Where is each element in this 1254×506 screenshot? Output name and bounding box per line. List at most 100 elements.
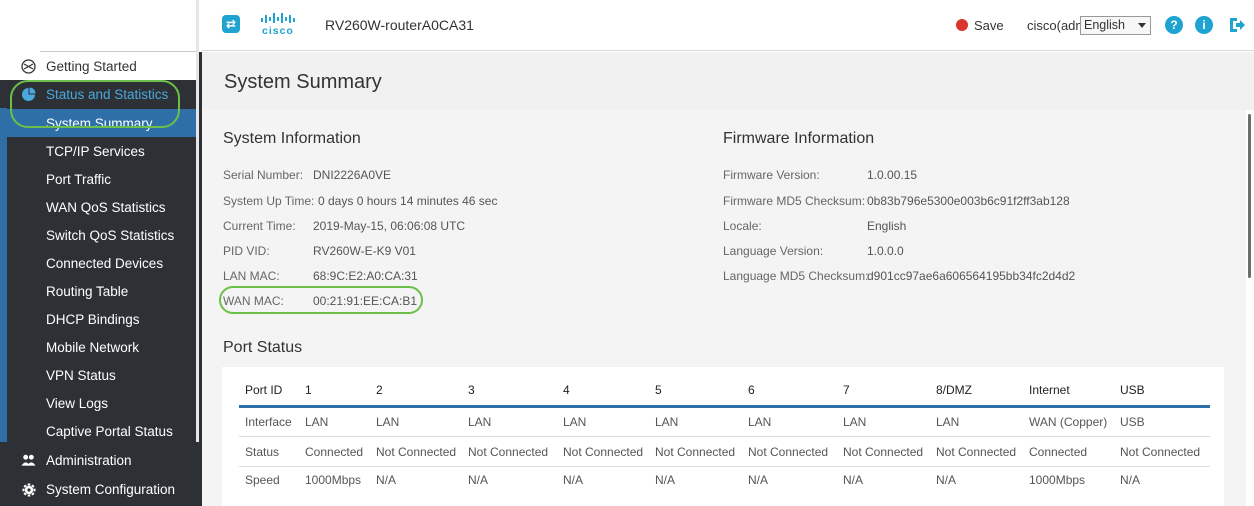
sidebar-item-label: TCP/IP Services (46, 143, 145, 159)
locale-label: Locale: (723, 219, 762, 233)
firmware-md5-value: 0b83b796e5300e003b6c91f2ff3ab128 (867, 194, 1070, 208)
sidebar-item-connected-devices[interactable]: Connected Devices (0, 249, 196, 277)
table-cell: Interface (245, 415, 292, 429)
lan-mac-label: LAN MAC: (223, 269, 280, 283)
port-status-table: Port ID 1 2 3 4 5 6 7 8/DMZ Internet USB… (222, 367, 1224, 506)
language-version-value: 1.0.0.0 (867, 244, 904, 258)
sidebar-scrollbar[interactable] (196, 0, 199, 442)
sidebar-item-system-configuration[interactable]: System Configuration (0, 475, 196, 503)
sidebar-item-vpn-status[interactable]: VPN Status (0, 361, 196, 389)
sidebar-item-wan-qos-statistics[interactable]: WAN QoS Statistics (0, 193, 196, 221)
table-cell: Not Connected (1120, 445, 1201, 459)
language-select[interactable]: English (1080, 16, 1151, 35)
sidebar-item-mobile-network[interactable]: Mobile Network (0, 333, 196, 361)
table-cell: LAN (563, 415, 587, 429)
table-header-cell: 2 (376, 383, 383, 397)
scrollbar-thumb[interactable] (1248, 114, 1251, 278)
device-name: RV260W-routerA0CA31 (325, 17, 474, 33)
app-switch-icon[interactable]: ⇄ (222, 15, 240, 33)
page-title: System Summary (224, 71, 382, 93)
table-cell: N/A (936, 473, 957, 487)
language-md5-value: d901cc97ae6a606564195bb34fc2d4d2 (867, 269, 1076, 283)
table-cell: LAN (843, 415, 867, 429)
table-header-cell: 4 (563, 383, 570, 397)
pid-vid-label: PID VID: (223, 244, 270, 258)
sidebar-item-label: Switch QoS Statistics (46, 227, 175, 243)
table-cell: LAN (748, 415, 772, 429)
top-header: ⇄ cisco RV260W-routerA0CA31 Save cisco(a… (202, 0, 1254, 51)
wan-mac-label: WAN MAC: (223, 294, 284, 308)
sidebar: Getting Started Status and Statistics Sy… (0, 0, 202, 506)
sidebar-item-routing-table[interactable]: Routing Table (0, 277, 196, 305)
current-time-label: Current Time: (223, 219, 296, 233)
table-header-cell: 6 (748, 383, 755, 397)
logout-icon[interactable] (1227, 15, 1247, 35)
system-up-time-value: 0 days 0 hours 14 minutes 46 sec (318, 194, 498, 208)
pid-vid-value: RV260W-E-K9 V01 (313, 244, 416, 258)
table-cell: Not Connected (468, 445, 549, 459)
firmware-version-label: Firmware Version: (723, 168, 820, 182)
sidebar-item-port-traffic[interactable]: Port Traffic (0, 165, 196, 193)
sidebar-item-label: Administration (46, 452, 132, 468)
table-cell: N/A (655, 473, 676, 487)
table-cell: N/A (468, 473, 489, 487)
table-header-cell: 7 (843, 383, 850, 397)
sidebar-item-label: Captive Portal Status (46, 423, 173, 439)
system-up-time-label: System Up Time: (223, 194, 315, 208)
system-information-title: System Information (223, 130, 361, 147)
table-cell: N/A (843, 473, 864, 487)
table-cell: Not Connected (748, 445, 829, 459)
save-icon[interactable] (956, 19, 968, 31)
gear-icon (21, 482, 36, 497)
table-header-divider (239, 405, 1210, 408)
serial-number-label: Serial Number: (223, 168, 304, 182)
main-content: System Information Serial Number: DNI222… (202, 110, 1246, 506)
table-cell: LAN (376, 415, 400, 429)
getting-started-icon (21, 59, 36, 74)
table-cell: Connected (305, 445, 364, 459)
serial-number-value: DNI2226A0VE (313, 168, 392, 182)
sidebar-item-switch-qos-statistics[interactable]: Switch QoS Statistics (0, 221, 196, 249)
table-cell: Not Connected (376, 445, 457, 459)
table-cell: Not Connected (655, 445, 736, 459)
table-header-cell: USB (1120, 383, 1145, 397)
help-icon[interactable]: ? (1165, 16, 1183, 34)
table-cell: USB (1120, 415, 1145, 429)
table-header-cell: Port ID (245, 383, 283, 397)
sidebar-item-label: Getting Started (46, 58, 137, 74)
current-time-value: 2019-May-15, 06:06:08 UTC (313, 219, 466, 233)
table-cell: Speed (245, 473, 280, 487)
table-cell: N/A (1120, 473, 1141, 487)
sidebar-item-dhcp-bindings[interactable]: DHCP Bindings (0, 305, 196, 333)
sidebar-item-administration[interactable]: Administration (0, 446, 196, 474)
sidebar-item-getting-started[interactable]: Getting Started (0, 52, 196, 80)
sidebar-item-captive-portal-status[interactable]: Captive Portal Status (0, 417, 196, 445)
info-icon[interactable]: i (1195, 16, 1213, 34)
row-divider (239, 436, 1210, 437)
sidebar-item-label: Connected Devices (46, 255, 164, 271)
brand-wordmark: cisco (262, 25, 294, 37)
table-cell: LAN (655, 415, 679, 429)
sidebar-header (0, 0, 202, 52)
language-version-label: Language Version: (723, 244, 824, 258)
table-cell: N/A (376, 473, 397, 487)
page-title-bar: System Summary (202, 52, 1254, 110)
firmware-version-value: 1.0.00.15 (867, 168, 918, 182)
firmware-md5-label: Firmware MD5 Checksum: (723, 194, 866, 208)
language-md5-label: Language MD5 Checksum: (723, 269, 869, 283)
sidebar-item-label: DHCP Bindings (46, 311, 140, 327)
row-divider (239, 466, 1210, 467)
sidebar-item-label: View Logs (46, 395, 109, 411)
table-cell: 1000Mbps (1029, 473, 1086, 487)
sidebar-item-tcpip-services[interactable]: TCP/IP Services (0, 137, 196, 165)
sidebar-item-view-logs[interactable]: View Logs (0, 389, 196, 417)
table-cell: LAN (468, 415, 492, 429)
content-scrollbar[interactable] (1246, 110, 1254, 506)
table-cell: Connected (1029, 445, 1088, 459)
save-button[interactable]: Save (974, 18, 1004, 33)
language-select-value: English (1084, 18, 1125, 32)
sidebar-item-label: System Configuration (46, 481, 176, 497)
table-header-cell: Internet (1029, 383, 1070, 397)
firmware-information-title: Firmware Information (723, 130, 875, 147)
sidebar-item-label: Mobile Network (46, 339, 140, 355)
